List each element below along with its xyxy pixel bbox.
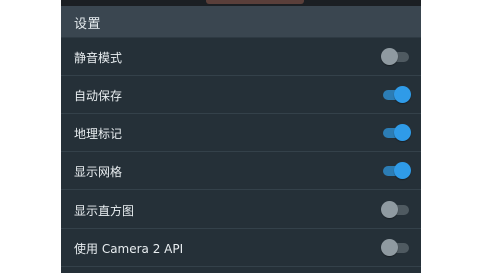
setting-row-camera2-api[interactable]: 使用 Camera 2 API (61, 229, 421, 267)
toggle-switch[interactable] (381, 201, 411, 219)
settings-title: 设置 (74, 17, 102, 32)
setting-row-show-grid[interactable]: 显示网格 (61, 152, 421, 190)
toggle-thumb (381, 201, 398, 218)
setting-label: 静音模式 (74, 51, 123, 65)
setting-row-geotag[interactable]: 地理标记 (61, 114, 421, 152)
settings-panel: 设置 静音模式 自动保存 地理标记 显示网格 显示直方图 使用 Camera 2… (61, 0, 421, 273)
toggle-switch[interactable] (381, 86, 411, 104)
setting-row-silent-mode[interactable]: 静音模式 (61, 38, 421, 76)
setting-label: 地理标记 (74, 127, 123, 141)
toggle-switch[interactable] (381, 48, 411, 66)
setting-label: 显示直方图 (74, 204, 135, 218)
toggle-thumb (381, 48, 398, 65)
settings-header: 设置 (61, 6, 421, 38)
screen: 设置 静音模式 自动保存 地理标记 显示网格 显示直方图 使用 Camera 2… (0, 0, 487, 273)
toggle-switch[interactable] (381, 124, 411, 142)
setting-label: 自动保存 (74, 89, 123, 103)
setting-row-auto-save[interactable]: 自动保存 (61, 76, 421, 114)
toggle-switch[interactable] (381, 239, 411, 257)
preview-accent (206, 0, 304, 4)
setting-label: 使用 Camera 2 API (74, 242, 184, 256)
toggle-thumb (394, 162, 411, 179)
toggle-thumb (381, 239, 398, 256)
toggle-switch[interactable] (381, 162, 411, 180)
setting-label: 显示网格 (74, 165, 123, 179)
toggle-thumb (394, 124, 411, 141)
toggle-thumb (394, 86, 411, 103)
setting-row-show-histogram[interactable]: 显示直方图 (61, 191, 421, 229)
